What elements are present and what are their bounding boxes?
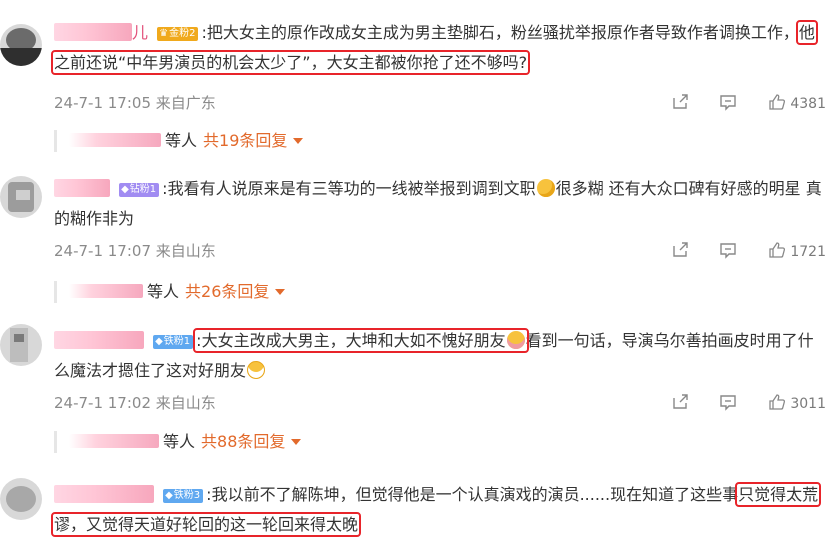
comment-actions: 4381 <box>645 93 826 114</box>
comment-text: ◆铁粉1:大女主改成大男主，大坤和大如不愧好朋友 看到一句话，导演乌尔善拍画皮时用… <box>54 326 826 386</box>
reply-count-link[interactable]: 共19条回复 <box>203 131 287 150</box>
comment-body: :我看有人说原来是有三等功的一线被举报到调到文职 <box>162 179 536 198</box>
diamond-icon: ◆ <box>155 336 163 347</box>
reply-count-link[interactable]: 共88条回复 <box>201 432 285 451</box>
username[interactable] <box>54 179 110 197</box>
reply-suffix: 等人 <box>163 432 196 451</box>
like-count: 3011 <box>790 396 826 412</box>
timestamp-location: 24-7-1 17:07 来自山东 <box>54 242 216 260</box>
badge-label: 钻粉1 <box>129 184 157 195</box>
share-button[interactable] <box>671 93 689 114</box>
share-icon <box>673 94 688 109</box>
avatar[interactable] <box>0 24 42 66</box>
fan-badge[interactable]: ◆铁粉3 <box>163 489 204 503</box>
crown-icon: ♛ <box>159 28 169 39</box>
reply-suffix: 等人 <box>147 282 180 301</box>
share-button[interactable] <box>671 393 689 414</box>
badge-label: 金粉2 <box>169 28 196 39</box>
like-count: 1721 <box>790 244 826 260</box>
highlighted-text: :大女主改成大男主，大坤和大如不愧好朋友 <box>193 328 529 353</box>
username-tail[interactable]: 儿 <box>132 23 148 42</box>
comment-button[interactable] <box>719 241 737 262</box>
thumbs-up-icon <box>769 242 785 258</box>
username[interactable] <box>54 331 144 349</box>
comment-button[interactable] <box>719 93 737 114</box>
share-icon <box>673 242 688 257</box>
share-button[interactable] <box>671 241 689 262</box>
caret-down-icon <box>293 138 304 144</box>
reply-suffix: 等人 <box>165 131 198 150</box>
timestamp-location: 24-7-1 17:05 来自广东 <box>54 94 216 112</box>
reply-summary[interactable]: 等人 共88条回复 <box>54 431 302 453</box>
avatar[interactable] <box>0 478 42 520</box>
fan-badge[interactable]: ♛金粉2 <box>157 27 199 41</box>
badge-label: 铁粉3 <box>173 490 201 501</box>
fan-badge[interactable]: ◆钻粉1 <box>119 183 160 197</box>
comment-body: :把大女主的原作改成女主成为男主垫脚石，粉丝骚扰举报原作者导致作者调换工作， <box>201 23 799 42</box>
reply-username[interactable] <box>69 133 161 147</box>
share-icon <box>673 394 688 409</box>
reply-username[interactable] <box>69 434 159 448</box>
reply-summary[interactable]: 等人 共19条回复 <box>54 130 304 152</box>
caret-down-icon <box>275 289 286 295</box>
comment-text: 儿 ♛金粉2:把大女主的原作改成女主成为男主垫脚石，粉丝骚扰举报原作者导致作者调… <box>51 18 826 78</box>
avatar[interactable] <box>0 324 42 366</box>
timestamp-location: 24-7-1 17:02 来自山东 <box>54 394 216 412</box>
comment-icon <box>720 395 737 411</box>
like-count: 4381 <box>790 96 826 112</box>
username[interactable] <box>54 23 132 41</box>
reply-username[interactable] <box>69 284 143 298</box>
like-button[interactable]: 3011 <box>768 393 826 414</box>
like-button[interactable]: 1721 <box>768 241 826 262</box>
comment-actions: 1721 <box>645 241 826 262</box>
comment-actions: 3011 <box>645 393 826 414</box>
thumbs-up-icon <box>769 394 785 410</box>
crying-emoji-icon <box>536 179 555 197</box>
comment-icon <box>720 95 737 111</box>
diamond-icon: ◆ <box>121 184 129 195</box>
comment-button[interactable] <box>719 393 737 414</box>
comment-icon <box>720 243 737 259</box>
highlighted-text-body: :大女主改成大男主，大坤和大如不愧好朋友 <box>196 331 506 350</box>
thumbs-up-icon <box>769 94 785 110</box>
fan-badge[interactable]: ◆铁粉1 <box>153 335 194 349</box>
reply-summary[interactable]: 等人 共26条回复 <box>54 281 286 303</box>
caret-down-icon <box>291 439 302 445</box>
grin-emoji-icon <box>247 361 266 379</box>
comment-body: :我以前不了解陈坤，但觉得他是一个认真演戏的演员......现在知道了这些事 <box>206 485 739 504</box>
badge-label: 铁粉1 <box>163 336 191 347</box>
like-button[interactable]: 4381 <box>768 93 826 114</box>
avatar[interactable] <box>0 176 42 218</box>
comment-text: ◆铁粉3:我以前不了解陈坤，但觉得他是一个认真演戏的演员......现在知道了这… <box>50 480 826 540</box>
reply-count-link[interactable]: 共26条回复 <box>185 282 269 301</box>
comment-text: ◆钻粉1:我看有人说原来是有三等功的一线被举报到调到文职 很多糊 还有大众口碑有好… <box>54 174 826 234</box>
shy-emoji-icon <box>506 331 525 349</box>
diamond-icon: ◆ <box>165 490 173 501</box>
username[interactable] <box>54 485 154 503</box>
